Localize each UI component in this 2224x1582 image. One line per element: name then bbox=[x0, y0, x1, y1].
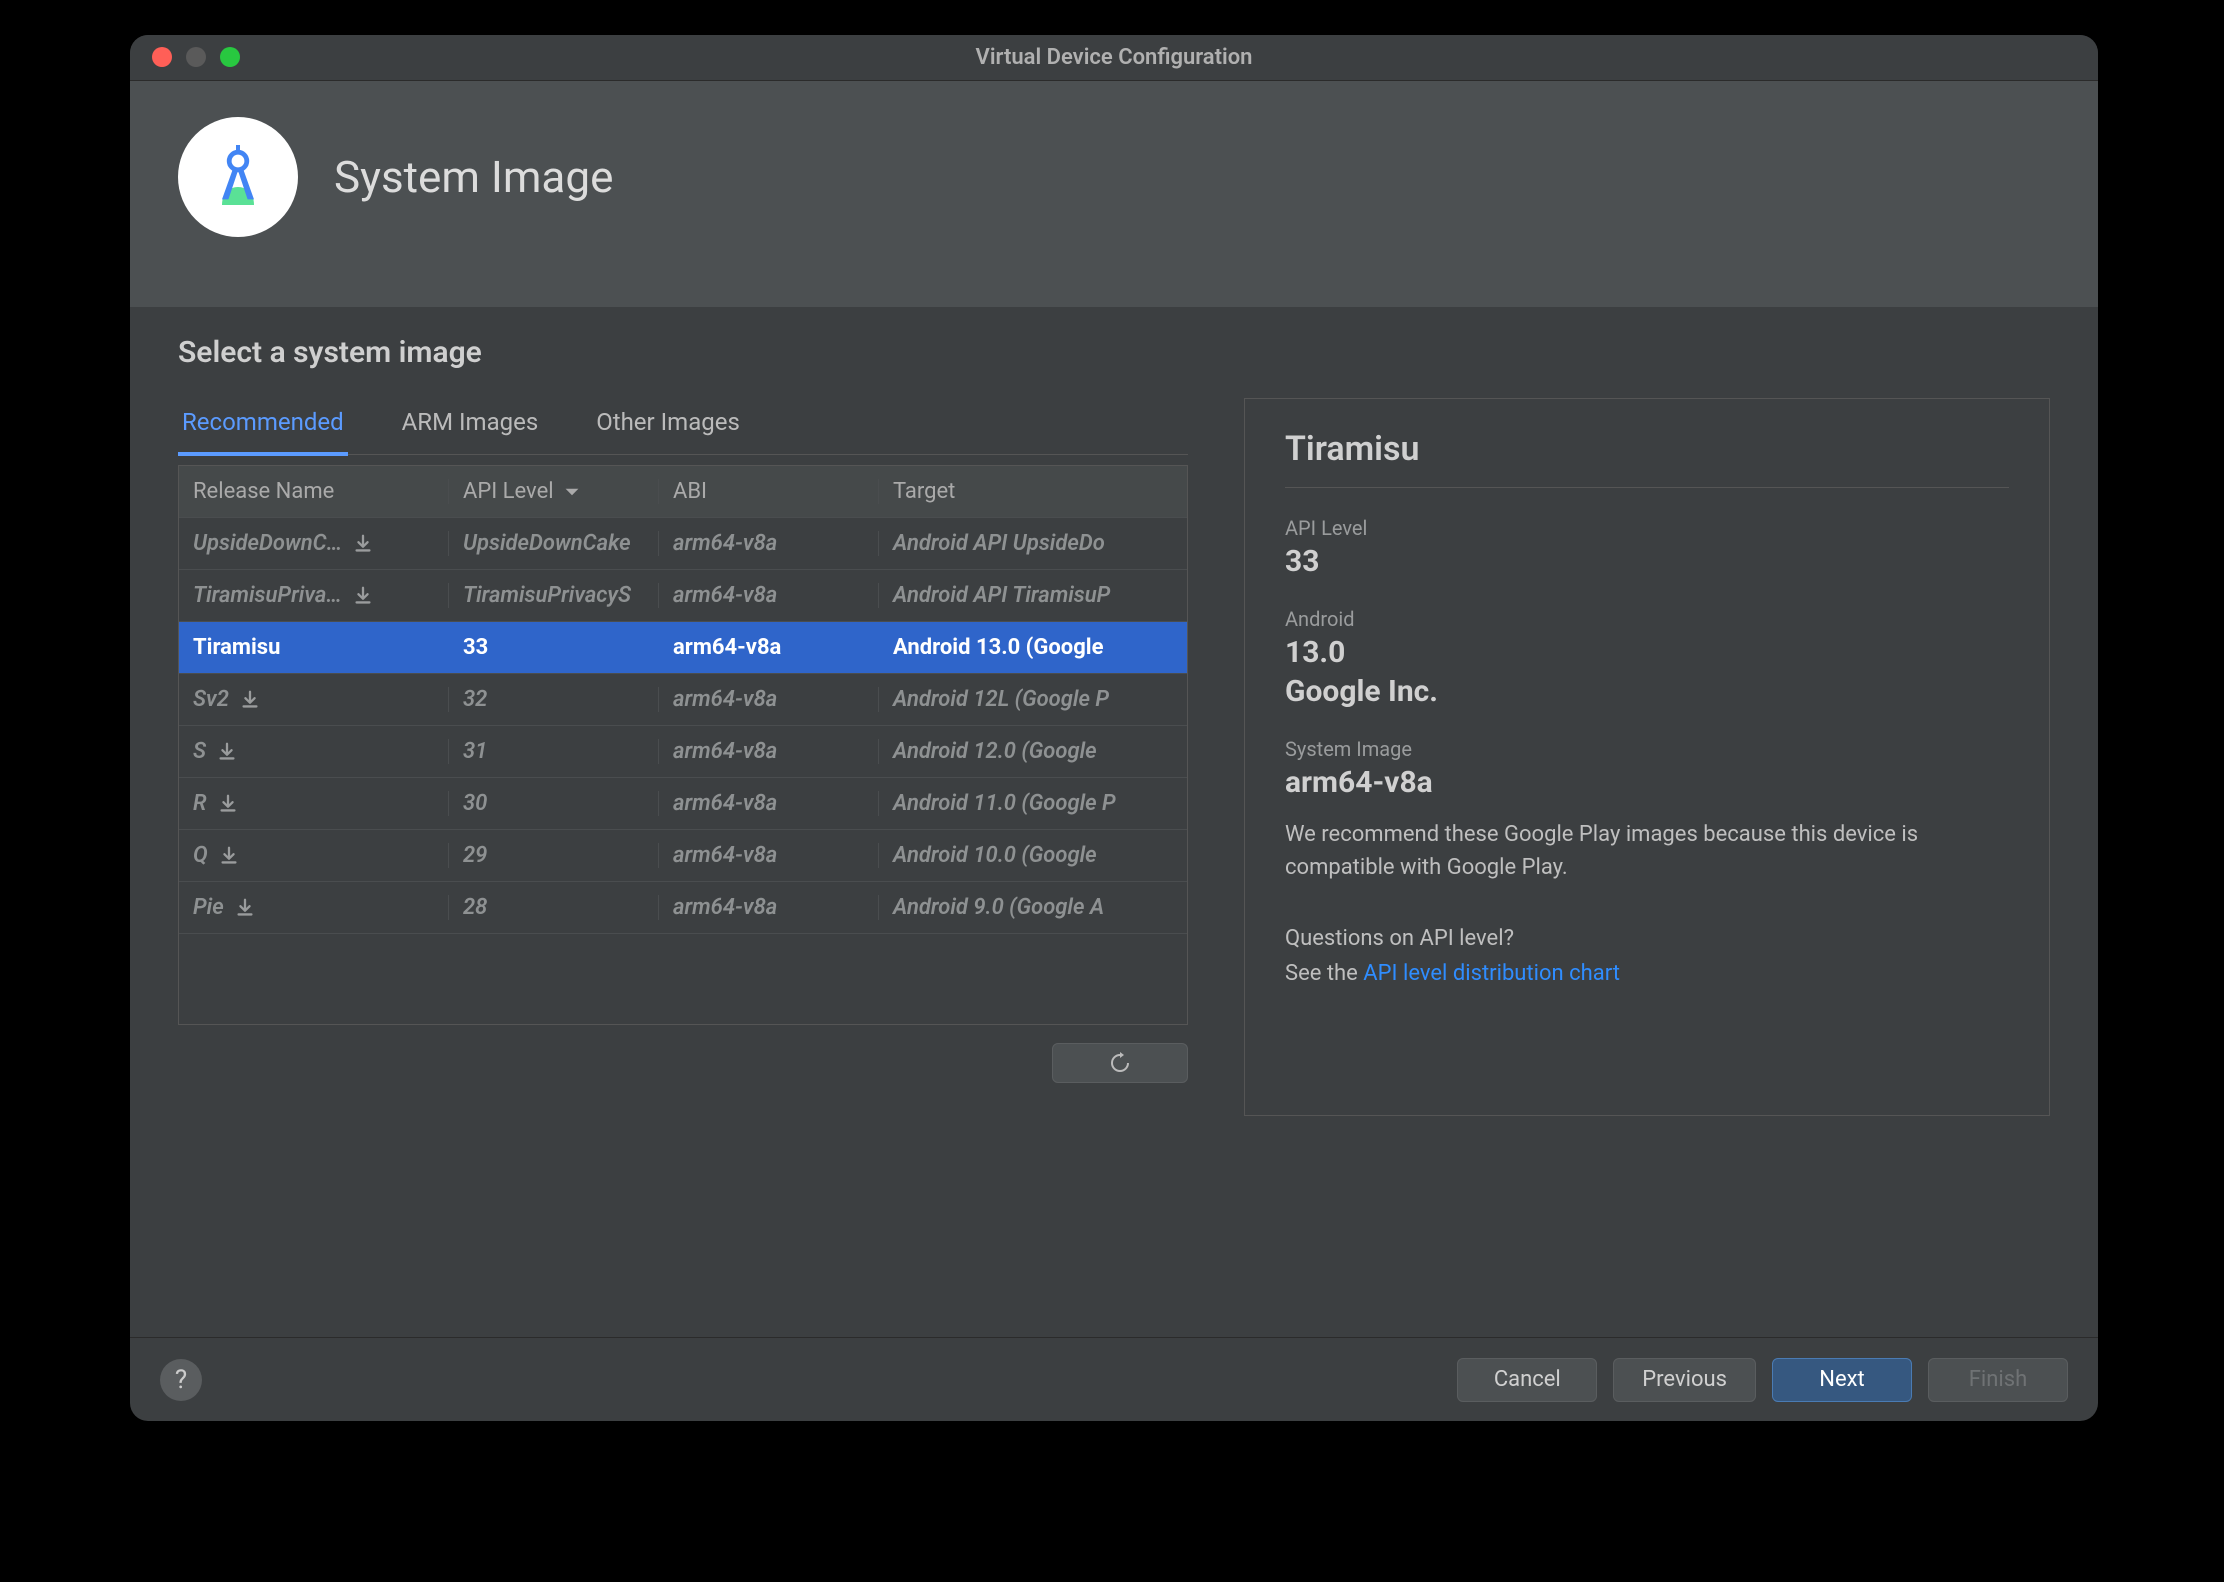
refresh-icon bbox=[1108, 1051, 1132, 1075]
tab-recommended[interactable]: Recommended bbox=[178, 398, 348, 456]
cell-api: TiramisuPrivacyS bbox=[449, 583, 659, 608]
cancel-button[interactable]: Cancel bbox=[1457, 1358, 1597, 1402]
android-studio-icon bbox=[178, 117, 298, 237]
header-banner: System Image bbox=[130, 81, 2098, 307]
cell-target: Android API TiramisuP bbox=[879, 583, 1187, 608]
cell-release: UpsideDownC… bbox=[179, 531, 449, 556]
cell-api: 29 bbox=[449, 843, 659, 868]
cell-target: Android API UpsideDo bbox=[879, 531, 1187, 556]
cell-release: Tiramisu bbox=[179, 635, 449, 660]
download-icon[interactable] bbox=[352, 585, 374, 607]
detail-link-line: See the API level distribution chart bbox=[1285, 957, 2009, 990]
page-title: System Image bbox=[334, 151, 613, 203]
col-api-level[interactable]: API Level bbox=[449, 479, 659, 504]
detail-android-label: Android bbox=[1285, 607, 2009, 631]
dialog-window: Virtual Device Configuration System Imag… bbox=[130, 35, 2098, 1421]
tab-arm-images[interactable]: ARM Images bbox=[398, 398, 543, 454]
col-abi[interactable]: ABI bbox=[659, 479, 879, 504]
footer: ? Cancel Previous Next Finish bbox=[130, 1337, 2098, 1421]
detail-pane: Tiramisu API Level 33 Android 13.0 Googl… bbox=[1244, 398, 2050, 1116]
window-title: Virtual Device Configuration bbox=[130, 45, 2098, 70]
col-target[interactable]: Target bbox=[879, 479, 1187, 504]
detail-vendor: Google Inc. bbox=[1285, 674, 2009, 709]
detail-api-label: API Level bbox=[1285, 516, 2009, 540]
finish-button: Finish bbox=[1928, 1358, 2068, 1402]
cell-abi: arm64-v8a bbox=[659, 583, 879, 608]
download-icon[interactable] bbox=[218, 845, 240, 867]
detail-sysimg-value: arm64-v8a bbox=[1285, 765, 2009, 800]
cell-target: Android 12.0 (Google bbox=[879, 739, 1187, 764]
tabs: Recommended ARM Images Other Images bbox=[178, 398, 1188, 455]
cell-abi: arm64-v8a bbox=[659, 531, 879, 556]
cell-api: 31 bbox=[449, 739, 659, 764]
previous-button[interactable]: Previous bbox=[1613, 1358, 1756, 1402]
table-row[interactable]: Pie28arm64-v8aAndroid 9.0 (Google A bbox=[179, 882, 1187, 934]
tab-other-images[interactable]: Other Images bbox=[592, 398, 744, 454]
titlebar: Virtual Device Configuration bbox=[130, 35, 2098, 81]
detail-title: Tiramisu bbox=[1285, 429, 2009, 488]
cell-release: Sv2 bbox=[179, 687, 449, 712]
cell-target: Android 10.0 (Google bbox=[879, 843, 1187, 868]
download-icon[interactable] bbox=[234, 897, 256, 919]
table-row[interactable]: UpsideDownC…UpsideDownCakearm64-v8aAndro… bbox=[179, 518, 1187, 570]
cell-api: 32 bbox=[449, 687, 659, 712]
cell-abi: arm64-v8a bbox=[659, 843, 879, 868]
table-header-row: Release Name API Level ABI Target bbox=[179, 466, 1187, 518]
cell-release: R bbox=[179, 791, 449, 816]
cell-abi: arm64-v8a bbox=[659, 791, 879, 816]
table-row[interactable]: Tiramisu33arm64-v8aAndroid 13.0 (Google bbox=[179, 622, 1187, 674]
detail-sysimg-label: System Image bbox=[1285, 737, 2009, 761]
cell-abi: arm64-v8a bbox=[659, 895, 879, 920]
cell-api: 30 bbox=[449, 791, 659, 816]
detail-question: Questions on API level? bbox=[1285, 926, 2009, 951]
api-level-chart-link[interactable]: API level distribution chart bbox=[1363, 961, 1620, 986]
cell-target: Android 13.0 (Google bbox=[879, 635, 1187, 660]
cell-abi: arm64-v8a bbox=[659, 739, 879, 764]
cell-abi: arm64-v8a bbox=[659, 687, 879, 712]
cell-api: UpsideDownCake bbox=[449, 531, 659, 556]
help-button[interactable]: ? bbox=[160, 1359, 202, 1401]
cell-release: Pie bbox=[179, 895, 449, 920]
left-pane: Recommended ARM Images Other Images Rele… bbox=[178, 398, 1188, 1116]
cell-target: Android 12L (Google P bbox=[879, 687, 1187, 712]
next-button[interactable]: Next bbox=[1772, 1358, 1912, 1402]
cell-abi: arm64-v8a bbox=[659, 635, 879, 660]
download-icon[interactable] bbox=[352, 533, 374, 555]
detail-note: We recommend these Google Play images be… bbox=[1285, 818, 2009, 884]
col-release-name[interactable]: Release Name bbox=[179, 479, 449, 504]
download-icon[interactable] bbox=[217, 793, 239, 815]
help-icon: ? bbox=[175, 1365, 187, 1395]
table-row[interactable]: TiramisuPriva…TiramisuPrivacySarm64-v8aA… bbox=[179, 570, 1187, 622]
system-image-table: Release Name API Level ABI Target Upside… bbox=[178, 465, 1188, 1025]
cell-release: TiramisuPriva… bbox=[179, 583, 449, 608]
sort-desc-icon bbox=[564, 484, 580, 500]
download-icon[interactable] bbox=[216, 741, 238, 763]
cell-target: Android 11.0 (Google P bbox=[879, 791, 1187, 816]
detail-api-value: 33 bbox=[1285, 544, 2009, 579]
cell-api: 33 bbox=[449, 635, 659, 660]
cell-target: Android 9.0 (Google A bbox=[879, 895, 1187, 920]
table-row[interactable]: Q29arm64-v8aAndroid 10.0 (Google bbox=[179, 830, 1187, 882]
cell-api: 28 bbox=[449, 895, 659, 920]
cell-release: S bbox=[179, 739, 449, 764]
body: Select a system image Recommended ARM Im… bbox=[130, 307, 2098, 1116]
download-icon[interactable] bbox=[239, 689, 261, 711]
cell-release: Q bbox=[179, 843, 449, 868]
table-row[interactable]: S31arm64-v8aAndroid 12.0 (Google bbox=[179, 726, 1187, 778]
table-row[interactable]: Sv232arm64-v8aAndroid 12L (Google P bbox=[179, 674, 1187, 726]
table-row[interactable]: R30arm64-v8aAndroid 11.0 (Google P bbox=[179, 778, 1187, 830]
detail-android-value: 13.0 bbox=[1285, 635, 2009, 670]
section-title: Select a system image bbox=[178, 335, 2050, 370]
refresh-button[interactable] bbox=[1052, 1043, 1188, 1083]
